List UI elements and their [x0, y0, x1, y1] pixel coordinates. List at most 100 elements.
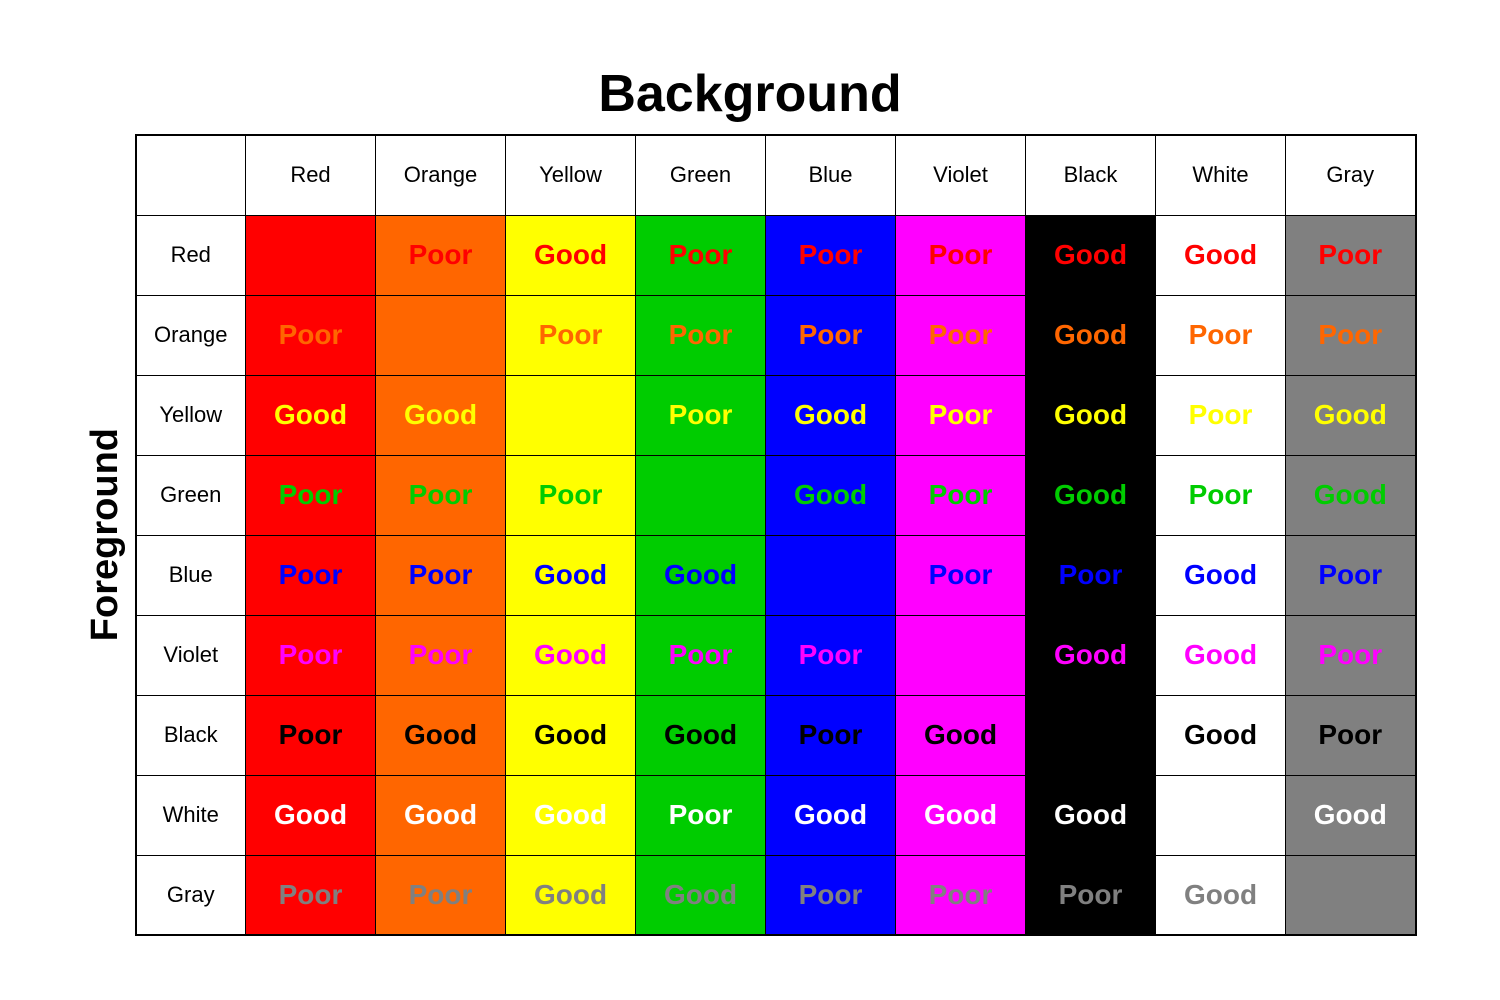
cell-black-green: Good — [636, 695, 766, 775]
rating-text: Good — [534, 639, 607, 670]
cell-green-yellow: Poor — [506, 455, 636, 535]
cell-gray-gray — [1286, 855, 1416, 935]
cell-violet-black: Good — [1026, 615, 1156, 695]
rating-text: Good — [1314, 399, 1387, 430]
cell-gray-blue: Poor — [766, 855, 896, 935]
cell-orange-green: Poor — [636, 295, 766, 375]
col-header-green: Green — [636, 135, 766, 215]
cell-blue-gray: Poor — [1286, 535, 1416, 615]
cell-white-orange: Good — [376, 775, 506, 855]
cell-violet-gray: Poor — [1286, 615, 1416, 695]
cell-yellow-gray: Good — [1286, 375, 1416, 455]
rating-text: Good — [1184, 719, 1257, 750]
cell-gray-green: Good — [636, 855, 766, 935]
cell-gray-black: Poor — [1026, 855, 1156, 935]
rating-text: Poor — [799, 239, 863, 270]
cell-yellow-white: Poor — [1156, 375, 1286, 455]
col-header-violet: Violet — [896, 135, 1026, 215]
cell-blue-yellow: Good — [506, 535, 636, 615]
rating-text: Poor — [1189, 319, 1253, 350]
rating-text: Poor — [929, 239, 993, 270]
cell-blue-violet: Poor — [896, 535, 1026, 615]
table-row: VioletPoorPoorGoodPoorPoorGoodGoodPoor — [136, 615, 1416, 695]
rating-text: Good — [664, 879, 737, 910]
cell-blue-green: Good — [636, 535, 766, 615]
rating-text: Good — [1184, 639, 1257, 670]
cell-blue-red: Poor — [246, 535, 376, 615]
rating-text: Poor — [1318, 239, 1382, 270]
rating-text: Poor — [279, 719, 343, 750]
rating-text: Poor — [1059, 879, 1123, 910]
foreground-label: Foreground — [84, 428, 127, 641]
col-header-yellow: Yellow — [506, 135, 636, 215]
rating-text: Good — [534, 559, 607, 590]
cell-gray-red: Poor — [246, 855, 376, 935]
cell-yellow-orange: Good — [376, 375, 506, 455]
cell-black-red: Poor — [246, 695, 376, 775]
page-container: Background Foreground RedOrangeYellowGre… — [50, 64, 1450, 936]
cell-white-yellow: Good — [506, 775, 636, 855]
rating-text: Poor — [1318, 719, 1382, 750]
rating-text: Poor — [929, 479, 993, 510]
rating-text: Poor — [929, 399, 993, 430]
row-label-gray: Gray — [136, 855, 246, 935]
rating-text: Poor — [1189, 399, 1253, 430]
rating-text: Good — [534, 879, 607, 910]
rating-text: Poor — [799, 319, 863, 350]
rating-text: Good — [404, 399, 477, 430]
rating-text: Good — [1054, 479, 1127, 510]
cell-yellow-blue: Good — [766, 375, 896, 455]
rating-text: Poor — [539, 319, 603, 350]
cell-green-green — [636, 455, 766, 535]
rating-text: Poor — [669, 799, 733, 830]
cell-violet-green: Poor — [636, 615, 766, 695]
rating-text: Poor — [929, 559, 993, 590]
cell-gray-orange: Poor — [376, 855, 506, 935]
table-wrapper: Foreground RedOrangeYellowGreenBlueViole… — [84, 134, 1417, 936]
cell-black-gray: Poor — [1286, 695, 1416, 775]
rating-text: Poor — [409, 639, 473, 670]
table-row: YellowGoodGoodPoorGoodPoorGoodPoorGood — [136, 375, 1416, 455]
cell-yellow-red: Good — [246, 375, 376, 455]
rating-text: Good — [664, 559, 737, 590]
table-row: BlackPoorGoodGoodGoodPoorGoodGoodPoor — [136, 695, 1416, 775]
rating-text: Poor — [669, 319, 733, 350]
cell-blue-white: Good — [1156, 535, 1286, 615]
cell-red-violet: Poor — [896, 215, 1026, 295]
cell-orange-violet: Poor — [896, 295, 1026, 375]
cell-green-orange: Poor — [376, 455, 506, 535]
rating-text: Good — [794, 399, 867, 430]
cell-violet-red: Poor — [246, 615, 376, 695]
cell-green-white: Poor — [1156, 455, 1286, 535]
table-row: BluePoorPoorGoodGoodPoorPoorGoodPoor — [136, 535, 1416, 615]
rating-text: Good — [794, 799, 867, 830]
cell-orange-gray: Poor — [1286, 295, 1416, 375]
cell-green-blue: Good — [766, 455, 896, 535]
rating-text: Poor — [669, 239, 733, 270]
row-label-red: Red — [136, 215, 246, 295]
cell-green-gray: Good — [1286, 455, 1416, 535]
cell-green-black: Good — [1026, 455, 1156, 535]
cell-blue-blue — [766, 535, 896, 615]
rating-text: Poor — [929, 319, 993, 350]
cell-violet-orange: Poor — [376, 615, 506, 695]
cell-yellow-green: Poor — [636, 375, 766, 455]
cell-yellow-violet: Poor — [896, 375, 1026, 455]
rating-text: Poor — [1059, 559, 1123, 590]
cell-orange-yellow: Poor — [506, 295, 636, 375]
cell-white-black: Good — [1026, 775, 1156, 855]
cell-blue-black: Poor — [1026, 535, 1156, 615]
rating-text: Poor — [279, 559, 343, 590]
cell-orange-orange — [376, 295, 506, 375]
cell-white-gray: Good — [1286, 775, 1416, 855]
cell-violet-white: Good — [1156, 615, 1286, 695]
rating-text: Poor — [669, 399, 733, 430]
table-row: OrangePoorPoorPoorPoorPoorGoodPoorPoor — [136, 295, 1416, 375]
rating-text: Good — [924, 799, 997, 830]
cell-white-green: Poor — [636, 775, 766, 855]
cell-white-red: Good — [246, 775, 376, 855]
rating-text: Good — [664, 719, 737, 750]
rating-text: Good — [1184, 879, 1257, 910]
rating-text: Poor — [1189, 479, 1253, 510]
row-label-orange: Orange — [136, 295, 246, 375]
